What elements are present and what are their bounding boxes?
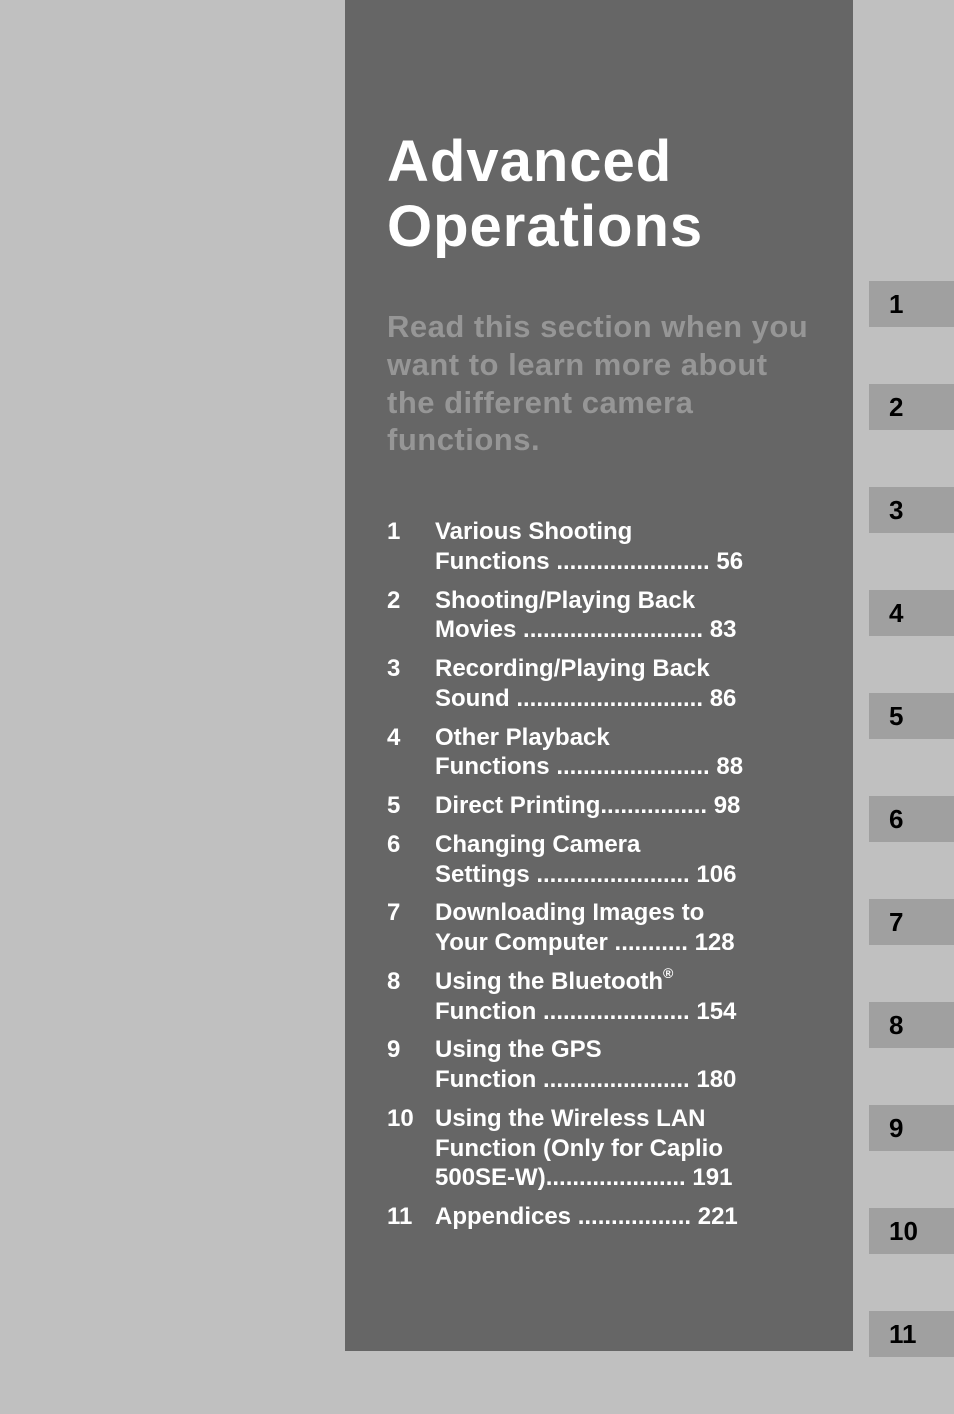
toc-number: 2 xyxy=(387,586,435,616)
toc-label: Using the Wireless LAN Function (Only fo… xyxy=(435,1104,811,1193)
toc-item[interactable]: 8 Using the Bluetooth®Function .........… xyxy=(387,967,811,1027)
page-subtitle: Read this section when you want to learn… xyxy=(387,308,811,459)
toc-item[interactable]: 9 Using the GPS Function ...............… xyxy=(387,1035,811,1095)
toc-number: 3 xyxy=(387,654,435,684)
toc-number: 11 xyxy=(387,1202,435,1232)
chapter-tab-7[interactable]: 7 xyxy=(869,899,954,945)
toc-item[interactable]: 2 Shooting/Playing Back Movies .........… xyxy=(387,586,811,646)
toc-label: Other Playback Functions ...............… xyxy=(435,723,811,783)
chapter-tab-6[interactable]: 6 xyxy=(869,796,954,842)
toc-number: 8 xyxy=(387,967,435,997)
toc-item[interactable]: 4 Other Playback Functions .............… xyxy=(387,723,811,783)
toc-number: 10 xyxy=(387,1104,435,1134)
chapter-tabs: 1 2 3 4 5 6 7 8 9 10 11 xyxy=(869,281,954,1414)
toc-number: 4 xyxy=(387,723,435,753)
toc-label: Using the Bluetooth®Function ...........… xyxy=(435,967,811,1027)
toc-label: Various Shooting Functions .............… xyxy=(435,517,811,577)
toc-number: 6 xyxy=(387,830,435,860)
toc-label: Changing Camera Settings ...............… xyxy=(435,830,811,890)
toc-number: 7 xyxy=(387,898,435,928)
toc-label: Shooting/Playing Back Movies ...........… xyxy=(435,586,811,646)
chapter-tab-10[interactable]: 10 xyxy=(869,1208,954,1254)
toc-item[interactable]: 6 Changing Camera Settings .............… xyxy=(387,830,811,890)
page-title: Advanced Operations xyxy=(387,130,811,260)
toc-label: Appendices ................. 221 xyxy=(435,1202,811,1232)
table-of-contents: 1 Various Shooting Functions ...........… xyxy=(387,517,811,1232)
registered-symbol: ® xyxy=(663,965,673,981)
toc-item[interactable]: 5 Direct Printing................ 98 xyxy=(387,791,811,821)
toc-label: Direct Printing................ 98 xyxy=(435,791,811,821)
toc-item[interactable]: 3 Recording/Playing Back Sound .........… xyxy=(387,654,811,714)
main-content-column: Advanced Operations Read this section wh… xyxy=(345,0,853,1351)
chapter-tab-1[interactable]: 1 xyxy=(869,281,954,327)
toc-item[interactable]: 7 Downloading Images to Your Computer ..… xyxy=(387,898,811,958)
toc-item[interactable]: 10 Using the Wireless LAN Function (Only… xyxy=(387,1104,811,1193)
toc-label: Downloading Images to Your Computer ....… xyxy=(435,898,811,958)
toc-number: 1 xyxy=(387,517,435,547)
chapter-tab-9[interactable]: 9 xyxy=(869,1105,954,1151)
toc-number: 5 xyxy=(387,791,435,821)
toc-label: Recording/Playing Back Sound ...........… xyxy=(435,654,811,714)
chapter-tab-5[interactable]: 5 xyxy=(869,693,954,739)
chapter-tab-4[interactable]: 4 xyxy=(869,590,954,636)
chapter-tab-8[interactable]: 8 xyxy=(869,1002,954,1048)
toc-label: Using the GPS Function .................… xyxy=(435,1035,811,1095)
chapter-tab-3[interactable]: 3 xyxy=(869,487,954,533)
toc-item[interactable]: 11 Appendices ................. 221 xyxy=(387,1202,811,1232)
toc-number: 9 xyxy=(387,1035,435,1065)
toc-item[interactable]: 1 Various Shooting Functions ...........… xyxy=(387,517,811,577)
chapter-tab-2[interactable]: 2 xyxy=(869,384,954,430)
chapter-tab-11[interactable]: 11 xyxy=(869,1311,954,1357)
